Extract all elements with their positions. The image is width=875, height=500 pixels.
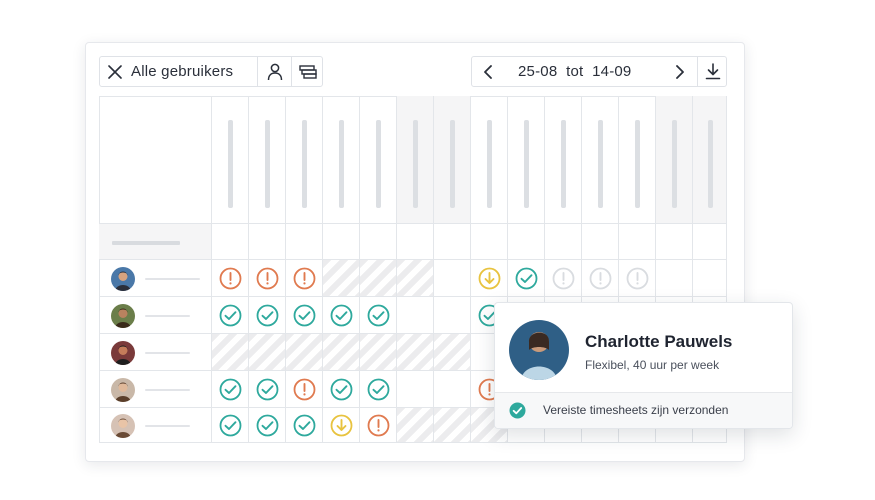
day-header-bar bbox=[376, 120, 381, 208]
subheader-cell bbox=[360, 224, 397, 260]
popover-name: Charlotte Pauwels bbox=[585, 332, 733, 351]
user-popover: Charlotte Pauwels Flexibel, 40 uur per w… bbox=[494, 302, 793, 429]
check-circle-icon[interactable] bbox=[293, 304, 316, 327]
user-name-line bbox=[145, 388, 190, 391]
day-cell[interactable] bbox=[693, 260, 727, 297]
day-header-bar bbox=[635, 120, 640, 208]
subheader-label-line bbox=[112, 241, 180, 245]
day-header-bar bbox=[561, 120, 566, 208]
day-cell[interactable] bbox=[434, 371, 471, 408]
avatar[interactable] bbox=[111, 303, 135, 328]
subheader-cell bbox=[249, 224, 286, 260]
day-cell[interactable] bbox=[397, 408, 434, 443]
arrow-down-circle-icon[interactable] bbox=[330, 414, 353, 437]
alert-circle-icon[interactable] bbox=[589, 267, 612, 290]
day-header-bar bbox=[339, 120, 344, 208]
day-cell[interactable] bbox=[323, 260, 360, 297]
check-circle-icon[interactable] bbox=[515, 267, 538, 290]
alert-circle-icon[interactable] bbox=[367, 414, 390, 437]
day-header-bar bbox=[413, 120, 418, 208]
check-circle-icon[interactable] bbox=[219, 304, 242, 327]
day-header-bar bbox=[672, 120, 677, 208]
subheader-cell bbox=[323, 224, 360, 260]
user-name-line bbox=[145, 351, 190, 354]
subheader-cell bbox=[693, 224, 727, 260]
day-header-bar bbox=[707, 120, 713, 208]
subheader-cell bbox=[434, 224, 471, 260]
day-cell[interactable] bbox=[397, 371, 434, 408]
day-cell[interactable] bbox=[323, 334, 360, 371]
day-header-bar bbox=[265, 120, 270, 208]
avatar[interactable] bbox=[111, 266, 135, 291]
subheader-cell bbox=[471, 224, 508, 260]
alert-circle-icon[interactable] bbox=[293, 378, 316, 401]
day-cell[interactable] bbox=[397, 334, 434, 371]
day-cell[interactable] bbox=[286, 334, 323, 371]
alert-circle-icon[interactable] bbox=[219, 267, 242, 290]
check-circle-icon[interactable] bbox=[367, 304, 390, 327]
day-cell[interactable] bbox=[656, 260, 693, 297]
alert-circle-icon[interactable] bbox=[552, 267, 575, 290]
subheader-cell bbox=[286, 224, 323, 260]
user-name-line bbox=[145, 277, 200, 280]
alert-circle-icon[interactable] bbox=[626, 267, 649, 290]
check-circle-icon[interactable] bbox=[219, 414, 242, 437]
day-header-bar bbox=[487, 120, 492, 208]
subheader-cell bbox=[212, 224, 249, 260]
day-cell[interactable] bbox=[434, 408, 471, 443]
day-cell[interactable] bbox=[434, 260, 471, 297]
popover-status-bar: Vereiste timesheets zijn verzonden bbox=[495, 392, 792, 428]
avatar[interactable] bbox=[111, 377, 135, 402]
check-circle-icon[interactable] bbox=[330, 378, 353, 401]
alert-circle-icon[interactable] bbox=[293, 267, 316, 290]
subheader-cell bbox=[656, 224, 693, 260]
day-header-bar bbox=[450, 120, 455, 208]
check-circle-icon[interactable] bbox=[219, 378, 242, 401]
check-circle-icon[interactable] bbox=[293, 414, 316, 437]
popover-contract: Flexibel, 40 uur per week bbox=[585, 358, 720, 372]
check-circle-icon[interactable] bbox=[330, 304, 353, 327]
popover-status-text: Vereiste timesheets zijn verzonden bbox=[543, 403, 729, 417]
day-cell[interactable] bbox=[360, 334, 397, 371]
day-cell[interactable] bbox=[360, 260, 397, 297]
subheader-cell bbox=[545, 224, 582, 260]
subheader-cell bbox=[397, 224, 434, 260]
day-cell[interactable] bbox=[434, 297, 471, 334]
day-header-bar bbox=[524, 120, 529, 208]
subheader-cell bbox=[619, 224, 656, 260]
arrow-down-circle-icon[interactable] bbox=[478, 267, 501, 290]
day-header-bar bbox=[228, 120, 233, 208]
avatar[interactable] bbox=[111, 413, 135, 438]
day-cell[interactable] bbox=[249, 334, 286, 371]
check-circle-icon[interactable] bbox=[367, 378, 390, 401]
day-header-bar bbox=[302, 120, 307, 208]
day-header-bar bbox=[598, 120, 603, 208]
alert-circle-icon[interactable] bbox=[256, 267, 279, 290]
avatar[interactable] bbox=[111, 340, 135, 365]
header-cell bbox=[99, 96, 212, 224]
day-cell[interactable] bbox=[434, 334, 471, 371]
check-circle-icon[interactable] bbox=[256, 304, 279, 327]
check-circle-icon[interactable] bbox=[256, 378, 279, 401]
check-circle-icon bbox=[509, 402, 526, 419]
subheader-cell bbox=[508, 224, 545, 260]
check-circle-icon[interactable] bbox=[256, 414, 279, 437]
day-cell[interactable] bbox=[397, 260, 434, 297]
user-name-line bbox=[145, 314, 190, 317]
user-name-line bbox=[145, 424, 190, 427]
subheader-cell bbox=[582, 224, 619, 260]
popover-avatar bbox=[509, 320, 569, 380]
day-cell[interactable] bbox=[397, 297, 434, 334]
day-cell[interactable] bbox=[212, 334, 249, 371]
